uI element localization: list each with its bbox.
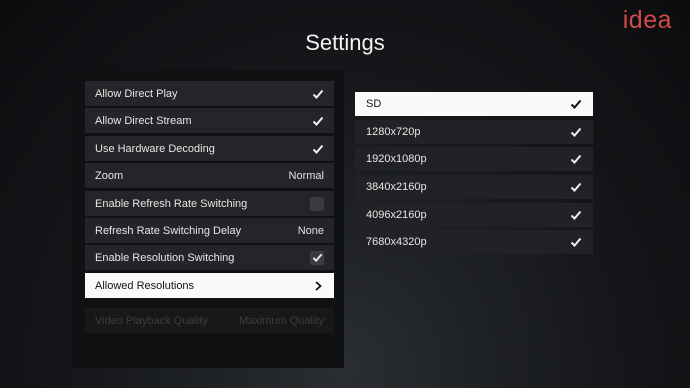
resolution-label: 3840x2160p — [366, 181, 427, 193]
resolution-4096x2160p[interactable]: 4096x2160p — [355, 203, 593, 227]
check-icon — [570, 181, 582, 193]
setting-video-playback-quality[interactable]: Video Playback Quality Maximum Quality — [85, 308, 334, 333]
check-icon — [570, 98, 582, 110]
check-icon — [312, 143, 324, 155]
setting-allowed-resolutions[interactable]: Allowed Resolutions — [85, 273, 334, 298]
setting-enable-resolution-switching[interactable]: Enable Resolution Switching — [85, 245, 334, 270]
setting-label: Zoom — [95, 169, 124, 182]
check-icon — [570, 209, 582, 221]
checked-box-icon — [310, 250, 324, 265]
setting-label: Allow Direct Stream — [95, 114, 192, 127]
setting-value: None — [297, 224, 324, 237]
setting-enable-refresh-rate-switching[interactable]: Enable Refresh Rate Switching — [85, 191, 334, 216]
setting-allow-direct-play[interactable]: Allow Direct Play — [85, 81, 334, 106]
page-title: Settings — [305, 30, 385, 55]
resolution-3840x2160p[interactable]: 3840x2160p — [355, 175, 593, 199]
resolution-label: 7680x4320p — [366, 236, 427, 248]
setting-label: Enable Resolution Switching — [95, 251, 235, 264]
check-icon — [312, 115, 324, 127]
resolution-label: 4096x2160p — [366, 209, 427, 221]
setting-label: Refresh Rate Switching Delay — [95, 224, 242, 237]
setting-label: Enable Refresh Rate Switching — [95, 197, 248, 210]
check-icon — [312, 88, 324, 100]
setting-label: Allow Direct Play — [95, 87, 178, 100]
check-icon — [570, 153, 582, 165]
setting-allow-direct-stream[interactable]: Allow Direct Stream — [85, 108, 334, 133]
setting-zoom[interactable]: Zoom Normal — [85, 163, 334, 188]
setting-label: Video Playback Quality — [95, 314, 208, 327]
setting-refresh-rate-switching-delay[interactable]: Refresh Rate Switching Delay None — [85, 218, 334, 243]
setting-value: Maximum Quality — [239, 314, 324, 327]
unchecked-box-icon — [310, 196, 324, 211]
setting-label: Use Hardware Decoding — [95, 142, 215, 155]
resolution-label: SD — [366, 98, 382, 110]
setting-value: Normal — [288, 169, 324, 182]
setting-use-hardware-decoding[interactable]: Use Hardware Decoding — [85, 136, 334, 161]
check-icon — [570, 126, 582, 138]
resolution-7680x4320p[interactable]: 7680x4320p — [355, 230, 593, 254]
check-icon — [570, 236, 582, 248]
resolution-label: 1280x720p — [366, 126, 421, 138]
resolution-1920x1080p[interactable]: 1920x1080p — [355, 147, 593, 171]
resolution-label: 1920x1080p — [366, 153, 427, 165]
resolution-1280x720p[interactable]: 1280x720p — [355, 120, 593, 144]
setting-label: Allowed Resolutions — [95, 279, 195, 292]
resolution-sd[interactable]: SD — [355, 92, 593, 116]
chevron-right-icon — [312, 280, 324, 292]
